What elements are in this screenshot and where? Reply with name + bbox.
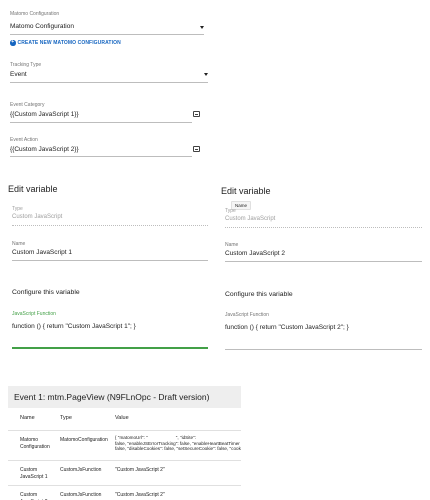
matomo-config-value: Matomo Configuration bbox=[10, 23, 74, 30]
table-row: Custom JavaScript 1 CustomJsFunction "Cu… bbox=[8, 461, 241, 485]
configure-section-title: Configure this variable bbox=[225, 291, 293, 298]
row-value: "Custom JavaScript 2" bbox=[115, 467, 165, 473]
type-label: Type bbox=[12, 206, 23, 212]
col-header-name: Name bbox=[20, 415, 35, 421]
edit-variable-panel-2: Edit variable Name Type Custom JavaScrip… bbox=[214, 178, 430, 378]
type-underline bbox=[225, 227, 422, 228]
matomo-config-label: Matomo Configuration bbox=[10, 11, 60, 17]
variable-picker-icon[interactable] bbox=[193, 111, 200, 117]
row-name: Custom JavaScript 1 bbox=[20, 467, 48, 480]
js-function-label: JavaScript Function bbox=[12, 311, 56, 317]
col-header-type: Type bbox=[60, 415, 72, 421]
name-label: Name bbox=[12, 241, 26, 247]
name-label: Name bbox=[225, 242, 239, 248]
js-function-input[interactable]: function () { return "Custom JavaScript … bbox=[225, 324, 349, 331]
chevron-down-icon bbox=[204, 73, 208, 76]
tracking-type-underline bbox=[10, 82, 208, 83]
tracking-type-value: Event bbox=[10, 71, 27, 78]
col-header-value: Value bbox=[115, 415, 129, 421]
js-function-label: JavaScript Function bbox=[225, 312, 269, 318]
name-input[interactable]: Custom JavaScript 1 bbox=[12, 249, 72, 256]
event-category-input[interactable]: {{Custom JavaScript 1}} bbox=[10, 108, 204, 122]
variable-picker-icon[interactable] bbox=[193, 146, 200, 152]
row-type: CustomJsFunction bbox=[60, 492, 102, 498]
js-function-underline bbox=[225, 349, 422, 350]
event-action-value: {{Custom JavaScript 2}} bbox=[10, 146, 79, 153]
configure-section-title: Configure this variable bbox=[12, 289, 80, 296]
matomo-config-select[interactable]: Matomo Configuration bbox=[10, 18, 206, 34]
create-matomo-config-label: CREATE NEW MATOMO CONFIGURATION bbox=[17, 40, 121, 46]
row-type: CustomJsFunction bbox=[60, 467, 102, 473]
row-name: Matomo Configuration bbox=[20, 437, 50, 450]
name-input[interactable]: Custom JavaScript 2 bbox=[225, 250, 285, 257]
event-category-value: {{Custom JavaScript 1}} bbox=[10, 111, 79, 118]
js-function-input[interactable]: function () { return "Custom JavaScript … bbox=[12, 323, 136, 330]
type-value: Custom JavaScript bbox=[12, 214, 63, 220]
name-underline bbox=[12, 260, 208, 261]
type-label: Type bbox=[225, 208, 236, 214]
type-value: Custom JavaScript bbox=[225, 216, 276, 222]
event-category-underline bbox=[10, 122, 192, 123]
panel-title: Edit variable bbox=[8, 184, 58, 194]
chevron-down-icon bbox=[200, 26, 204, 29]
row-name: Custom JavaScript 2 bbox=[20, 492, 48, 500]
event-action-input[interactable]: {{Custom JavaScript 2}} bbox=[10, 143, 204, 157]
create-matomo-config-link[interactable]: + CREATE NEW MATOMO CONFIGURATION bbox=[10, 40, 121, 46]
event-title: Event 1: mtm.PageView (N9FLnOpc - Draft … bbox=[14, 392, 210, 402]
table-row: Custom JavaScript 2 CustomJsFunction "Cu… bbox=[8, 486, 241, 500]
row-type: MatomoConfiguration bbox=[60, 437, 108, 443]
event-debug-panel: Event 1: mtm.PageView (N9FLnOpc - Draft … bbox=[8, 386, 241, 500]
add-icon: + bbox=[10, 39, 16, 46]
row-value: "Custom JavaScript 2" bbox=[115, 492, 165, 498]
name-underline bbox=[225, 261, 422, 262]
event-action-underline bbox=[10, 156, 192, 157]
table-row: Matomo Configuration MatomoConfiguration… bbox=[8, 431, 241, 460]
panel-title: Edit variable bbox=[221, 186, 271, 196]
type-underline bbox=[12, 225, 208, 226]
event-header: Event 1: mtm.PageView (N9FLnOpc - Draft … bbox=[8, 386, 241, 408]
variables-table: Name Type Value Matomo Configuration Mat… bbox=[8, 408, 241, 500]
edit-variable-panel-1: Edit variable Type Custom JavaScript Nam… bbox=[0, 176, 215, 376]
row-value: { "matomoUrl": " ", "idSite": false, "en… bbox=[115, 435, 241, 451]
matomo-config-underline bbox=[10, 34, 204, 35]
js-function-underline bbox=[12, 347, 208, 349]
tracking-type-select[interactable]: Event bbox=[10, 68, 210, 82]
